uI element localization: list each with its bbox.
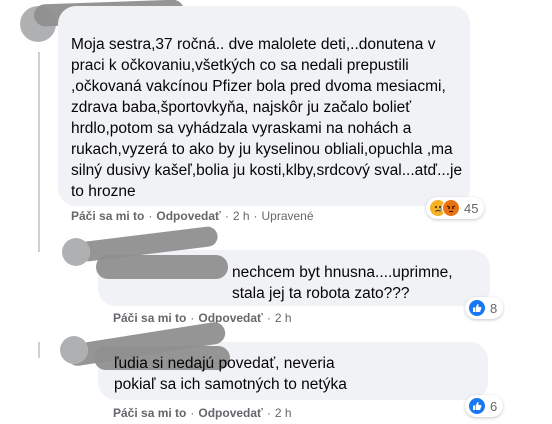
comment-text: Moja sestra,37 ročná.. dve malolete deti… [71,36,463,200]
separator: · [266,311,271,325]
redacted-author [96,255,228,279]
separator: · [253,209,258,223]
timestamp[interactable]: 2 h [275,406,292,420]
separator: · [266,406,271,420]
reaction-count: 8 [490,300,498,316]
comment-actions: Páči sa mi to · Odpovedať · 2 h · Uprave… [71,209,314,223]
comment-text: nechcem byt hnusna....uprimne, stala jej… [232,264,453,302]
like-icon [468,299,486,317]
thread-line [38,342,40,358]
reaction-summary[interactable]: 6 [465,395,504,417]
reply-button[interactable]: Odpovedať [156,209,220,223]
timestamp[interactable]: 2 h [275,311,292,325]
like-button[interactable]: Páči sa mi to [71,209,144,223]
separator: · [224,209,229,223]
reaction-count: 45 [464,200,479,216]
thread-line [38,52,40,252]
separator: · [148,209,153,223]
reaction-count: 6 [490,398,498,414]
avatar[interactable] [62,238,90,266]
edited-label[interactable]: Upravené [262,209,314,223]
separator: · [190,406,195,420]
comment-text: ľudia si nedajú povedať, neveria pokiaľ … [114,355,347,393]
reaction-summary[interactable]: 8 [465,297,504,319]
like-icon [468,397,486,415]
separator: · [190,311,195,325]
reply-button[interactable]: Odpovedať [198,406,262,420]
angry-icon [442,199,460,217]
comment-actions: Páči sa mi to · Odpovedať · 2 h [113,406,292,420]
avatar[interactable] [60,336,88,364]
like-button[interactable]: Páči sa mi to [113,311,186,325]
like-button[interactable]: Páči sa mi to [113,406,186,420]
timestamp[interactable]: 2 h [233,209,250,223]
reaction-summary[interactable]: 45 [426,197,485,219]
